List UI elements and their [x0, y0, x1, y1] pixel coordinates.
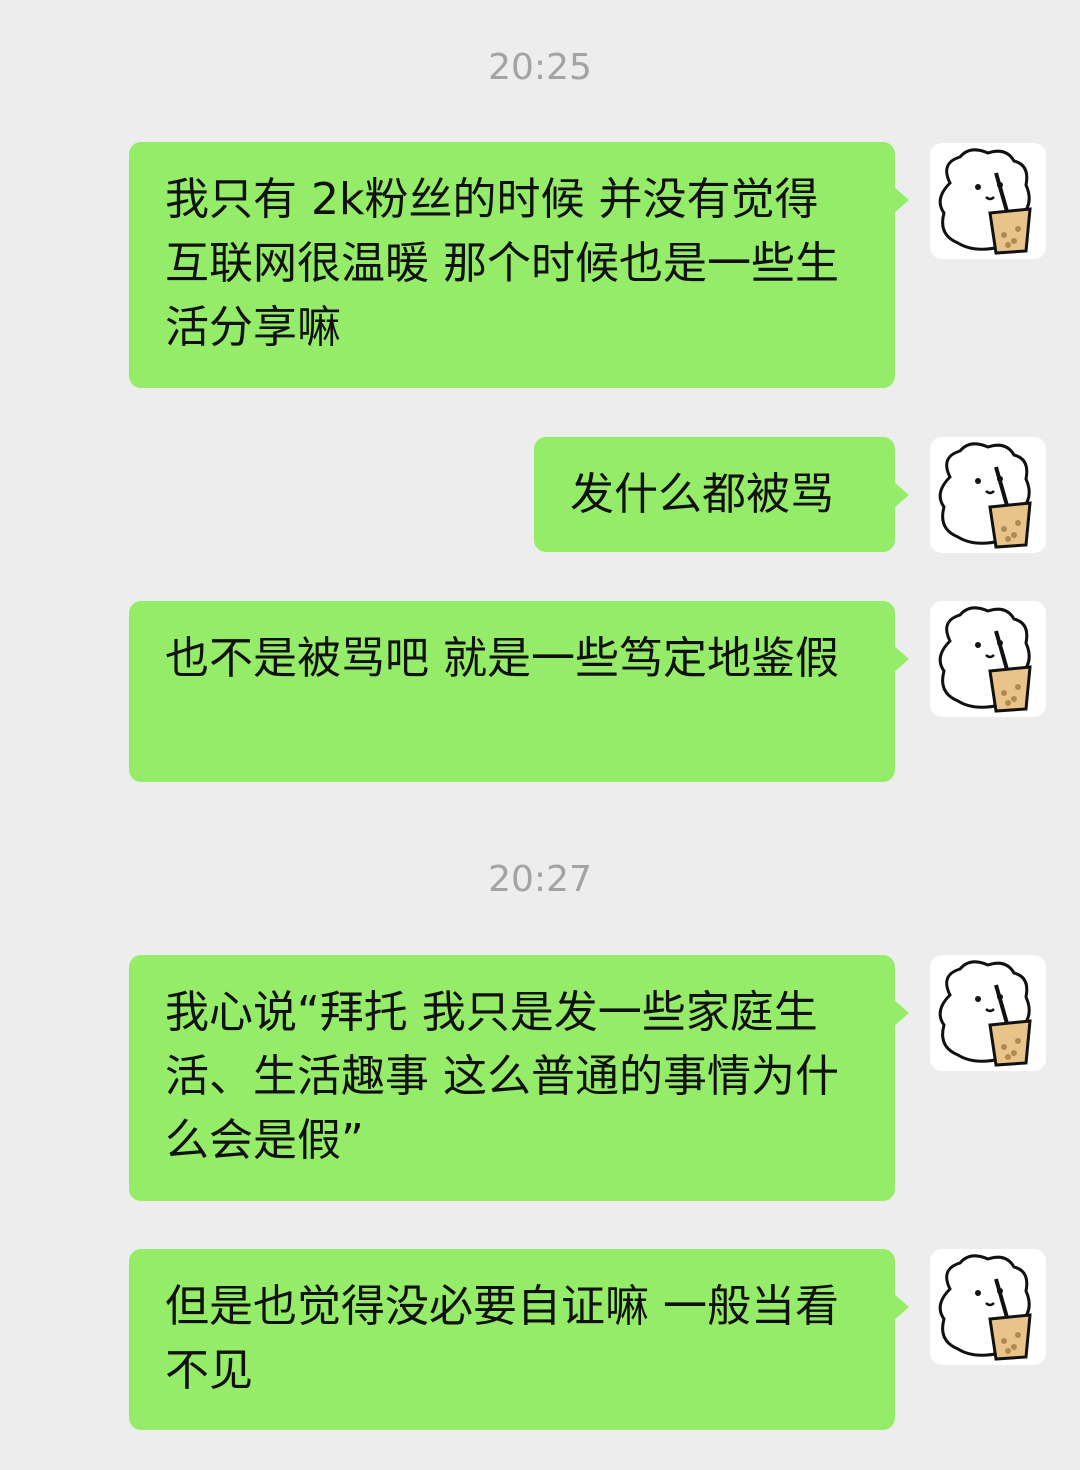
- message-bubble[interactable]: 我只有 2k粉丝的时候 并没有觉得互联网很温暖 那个时候也是一些生活分享嘛: [129, 142, 909, 388]
- avatar[interactable]: [930, 143, 1046, 259]
- message-bubble[interactable]: 我心说“拜托 我只是发一些家庭生活、生活趣事 这么普通的事情为什么会是假”: [129, 955, 909, 1201]
- timestamp: 20:27: [488, 859, 592, 900]
- message-bubble[interactable]: 也不是被骂吧 就是一些笃定地鉴假: [129, 601, 909, 782]
- dog-with-bubble-tea-icon: [938, 1254, 1032, 1361]
- avatar[interactable]: [930, 1249, 1046, 1365]
- message-bubble[interactable]: 但是也觉得没必要自证嘛 一般当看不见: [129, 1249, 909, 1430]
- avatar[interactable]: [930, 601, 1046, 717]
- dog-with-bubble-tea-icon: [938, 442, 1032, 549]
- avatar[interactable]: [930, 437, 1046, 553]
- timestamp: 20:25: [488, 47, 592, 88]
- message-bubble[interactable]: 发什么都被骂: [534, 437, 909, 552]
- dog-with-bubble-tea-icon: [938, 148, 1032, 255]
- dog-with-bubble-tea-icon: [938, 606, 1032, 713]
- dog-with-bubble-tea-icon: [938, 960, 1032, 1067]
- avatar[interactable]: [930, 955, 1046, 1071]
